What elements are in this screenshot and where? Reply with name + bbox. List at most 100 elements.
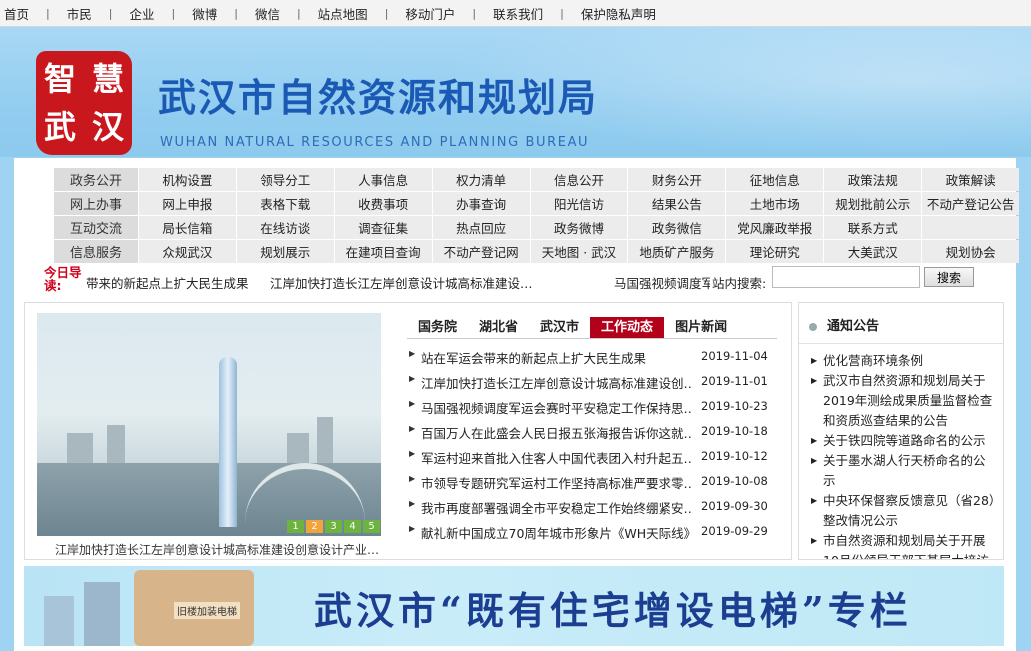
news-row[interactable]: ▶ 市领导专题研究军运村工作坚持高标准严要求零… 2019-10-08: [409, 468, 777, 493]
ticker-item[interactable]: 江岸加快打造长江左岸创意设计城高标准建设…: [270, 273, 533, 292]
nav-item[interactable]: 征地信息: [725, 168, 823, 191]
news-title[interactable]: 军运村迎来首批入住客人中国代表团入村升起五…: [421, 448, 691, 467]
notice-text[interactable]: 中央环保督察反馈意见（省28）整改情况公示: [823, 493, 995, 528]
nav-category[interactable]: 政务公开: [54, 168, 138, 191]
news-row[interactable]: ▶ 我市再度部署强调全市平安稳定工作始终绷紧安… 2019-09-30: [409, 493, 777, 518]
notice-text[interactable]: 关于铁四院等道路命名的公示: [823, 433, 986, 448]
nav-item[interactable]: 政务微博: [529, 216, 628, 239]
nav-category[interactable]: 信息服务: [54, 240, 138, 263]
nav-item[interactable]: 结果公告: [627, 192, 725, 215]
site-logo[interactable]: 智 慧 武 汉: [36, 51, 132, 155]
nav-item[interactable]: 领导分工: [235, 168, 334, 191]
elevator-banner[interactable]: 旧楼加装电梯 武汉市“既有住宅增设电梯”专栏: [24, 566, 1004, 646]
top-link[interactable]: 首页: [0, 4, 33, 23]
notice-item[interactable]: ▶ 武汉市自然资源和规划局关于2019年测绘成果质量监督检查和资质巡查结果的公告: [811, 371, 997, 431]
photo-page-button[interactable]: 2: [306, 520, 323, 533]
ticker-item[interactable]: 马国强视频调度军: [614, 273, 710, 292]
nav-row: 互动交流 局长信箱 在线访谈 调查征集 热点回应 政务微博 政务微信 党风廉政举报 联系方式: [54, 216, 1019, 239]
nav-item[interactable]: 表格下载: [235, 192, 334, 215]
nav-item[interactable]: 政策法规: [823, 168, 921, 191]
top-link[interactable]: 企业: [125, 4, 158, 23]
top-link[interactable]: 移动门户: [401, 4, 459, 23]
news-title[interactable]: 马国强视频调度军运会赛时平安稳定工作保持思…: [421, 398, 691, 417]
top-link[interactable]: 站点地图: [314, 4, 372, 23]
news-tab[interactable]: 武汉市: [529, 317, 590, 338]
nav-item[interactable]: 不动产登记网: [431, 240, 530, 263]
top-links-bar: 首页 | 市民 | 企业 | 微博 | 微信 | 站点地图 | 移动门户 | 联系我们 | 保护隐私声明: [0, 0, 1031, 27]
nav-item[interactable]: 人事信息: [333, 168, 432, 191]
notice-text[interactable]: 关于墨水湖人行天桥命名的公示: [823, 453, 986, 488]
nav-item[interactable]: 在建项目查询: [333, 240, 432, 263]
notice-item[interactable]: ▶ 关于墨水湖人行天桥命名的公示: [811, 451, 997, 491]
nav-item[interactable]: 收费事项: [333, 192, 432, 215]
news-title[interactable]: 江岸加快打造长江左岸创意设计城高标准建设创…: [421, 373, 691, 392]
nav-item[interactable]: 土地市场: [725, 192, 823, 215]
notice-text[interactable]: 市自然资源和规划局关于开展10月份领导干部下基层大接访活动: [823, 533, 989, 559]
notice-text[interactable]: 优化营商环境条例: [823, 353, 923, 368]
photo-page-button[interactable]: 4: [344, 520, 361, 533]
top-link[interactable]: 微博: [188, 4, 221, 23]
nav-item[interactable]: 网上申报: [137, 192, 236, 215]
nav-item[interactable]: [921, 216, 1019, 239]
photo-page-button[interactable]: 1: [287, 520, 304, 533]
news-title[interactable]: 献礼新中国成立70周年城市形象片《WH天际线》…: [421, 523, 691, 542]
news-title[interactable]: 我市再度部署强调全市平安稳定工作始终绷紧安…: [421, 498, 691, 517]
bullet-icon: ▶: [409, 524, 416, 533]
notice-text[interactable]: 武汉市自然资源和规划局关于2019年测绘成果质量监督检查和资质巡查结果的公告: [823, 373, 992, 428]
top-link[interactable]: 联系我们: [489, 4, 547, 23]
news-tabs: 国务院 湖北省 武汉市 工作动态 图片新闻: [407, 317, 777, 339]
nav-item[interactable]: 不动产登记公告: [921, 192, 1019, 215]
nav-item[interactable]: 规划批前公示: [823, 192, 921, 215]
news-row[interactable]: ▶ 江岸加快打造长江左岸创意设计城高标准建设创… 2019-11-01: [409, 368, 777, 393]
nav-item[interactable]: 信息公开: [529, 168, 628, 191]
notice-item[interactable]: ▶ 优化营商环境条例: [811, 351, 997, 371]
top-link[interactable]: 微信: [251, 4, 284, 23]
notice-item[interactable]: ▶ 关于铁四院等道路命名的公示: [811, 431, 997, 451]
nav-item[interactable]: 机构设置: [137, 168, 236, 191]
news-row[interactable]: ▶ 献礼新中国成立70周年城市形象片《WH天际线》… 2019-09-29: [409, 518, 777, 543]
nav-item[interactable]: 阳光信访: [529, 192, 628, 215]
nav-item[interactable]: 党风廉政举报: [725, 216, 823, 239]
nav-item[interactable]: 权力清单: [431, 168, 530, 191]
news-tab[interactable]: 图片新闻: [664, 317, 738, 338]
search-button[interactable]: 搜索: [924, 267, 974, 287]
search-input[interactable]: [772, 266, 920, 288]
nav-item[interactable]: 财务公开: [627, 168, 725, 191]
top-link[interactable]: 保护隐私声明: [577, 4, 660, 23]
photo-page-button[interactable]: 5: [363, 520, 380, 533]
nav-item[interactable]: 规划展示: [235, 240, 334, 263]
nav-item[interactable]: 众规武汉: [137, 240, 236, 263]
nav-item[interactable]: 大美武汉: [823, 240, 921, 263]
news-title[interactable]: 市领导专题研究军运村工作坚持高标准严要求零…: [421, 473, 691, 492]
notice-item[interactable]: ▶ 市自然资源和规划局关于开展10月份领导干部下基层大接访活动: [811, 531, 997, 559]
nav-item[interactable]: 局长信箱: [137, 216, 236, 239]
nav-item[interactable]: 规划协会: [921, 240, 1019, 263]
nav-item[interactable]: 政策解读: [921, 168, 1019, 191]
nav-item[interactable]: 天地图 · 武汉: [529, 240, 628, 263]
news-tab[interactable]: 工作动态: [590, 317, 665, 338]
notice-item[interactable]: ▶ 中央环保督察反馈意见（省28）整改情况公示: [811, 491, 997, 531]
top-link[interactable]: 市民: [63, 4, 96, 23]
photo-page-button[interactable]: 3: [325, 520, 342, 533]
news-row[interactable]: ▶ 百国万人在此盛会人民日报五张海报告诉你这就… 2019-10-18: [409, 418, 777, 443]
news-title[interactable]: 站在军运会带来的新起点上扩大民生成果: [421, 348, 691, 367]
nav-item[interactable]: 理论研究: [725, 240, 823, 263]
news-row[interactable]: ▶ 军运村迎来首批入住客人中国代表团入村升起五… 2019-10-12: [409, 443, 777, 468]
nav-item[interactable]: 办事查询: [431, 192, 530, 215]
photo-caption[interactable]: 江岸加快打造长江左岸创意设计城高标准建设创意设计产业…: [55, 541, 385, 558]
nav-item[interactable]: 调查征集: [333, 216, 432, 239]
news-tab[interactable]: 国务院: [407, 317, 468, 338]
nav-item[interactable]: 在线访谈: [235, 216, 334, 239]
news-row[interactable]: ▶ 站在军运会带来的新起点上扩大民生成果 2019-11-04: [409, 343, 777, 368]
news-title[interactable]: 百国万人在此盛会人民日报五张海报告诉你这就…: [421, 423, 691, 442]
nav-item[interactable]: 政务微信: [627, 216, 725, 239]
featured-photo[interactable]: 12345: [37, 313, 381, 536]
nav-category[interactable]: 互动交流: [54, 216, 138, 239]
nav-category[interactable]: 网上办事: [54, 192, 138, 215]
news-tab[interactable]: 湖北省: [468, 317, 529, 338]
nav-item[interactable]: 热点回应: [431, 216, 530, 239]
nav-item[interactable]: 联系方式: [823, 216, 921, 239]
ticker-item[interactable]: 带来的新起点上扩大民生成果: [86, 273, 249, 292]
nav-item[interactable]: 地质矿产服务: [627, 240, 725, 263]
news-row[interactable]: ▶ 马国强视频调度军运会赛时平安稳定工作保持思… 2019-10-23: [409, 393, 777, 418]
